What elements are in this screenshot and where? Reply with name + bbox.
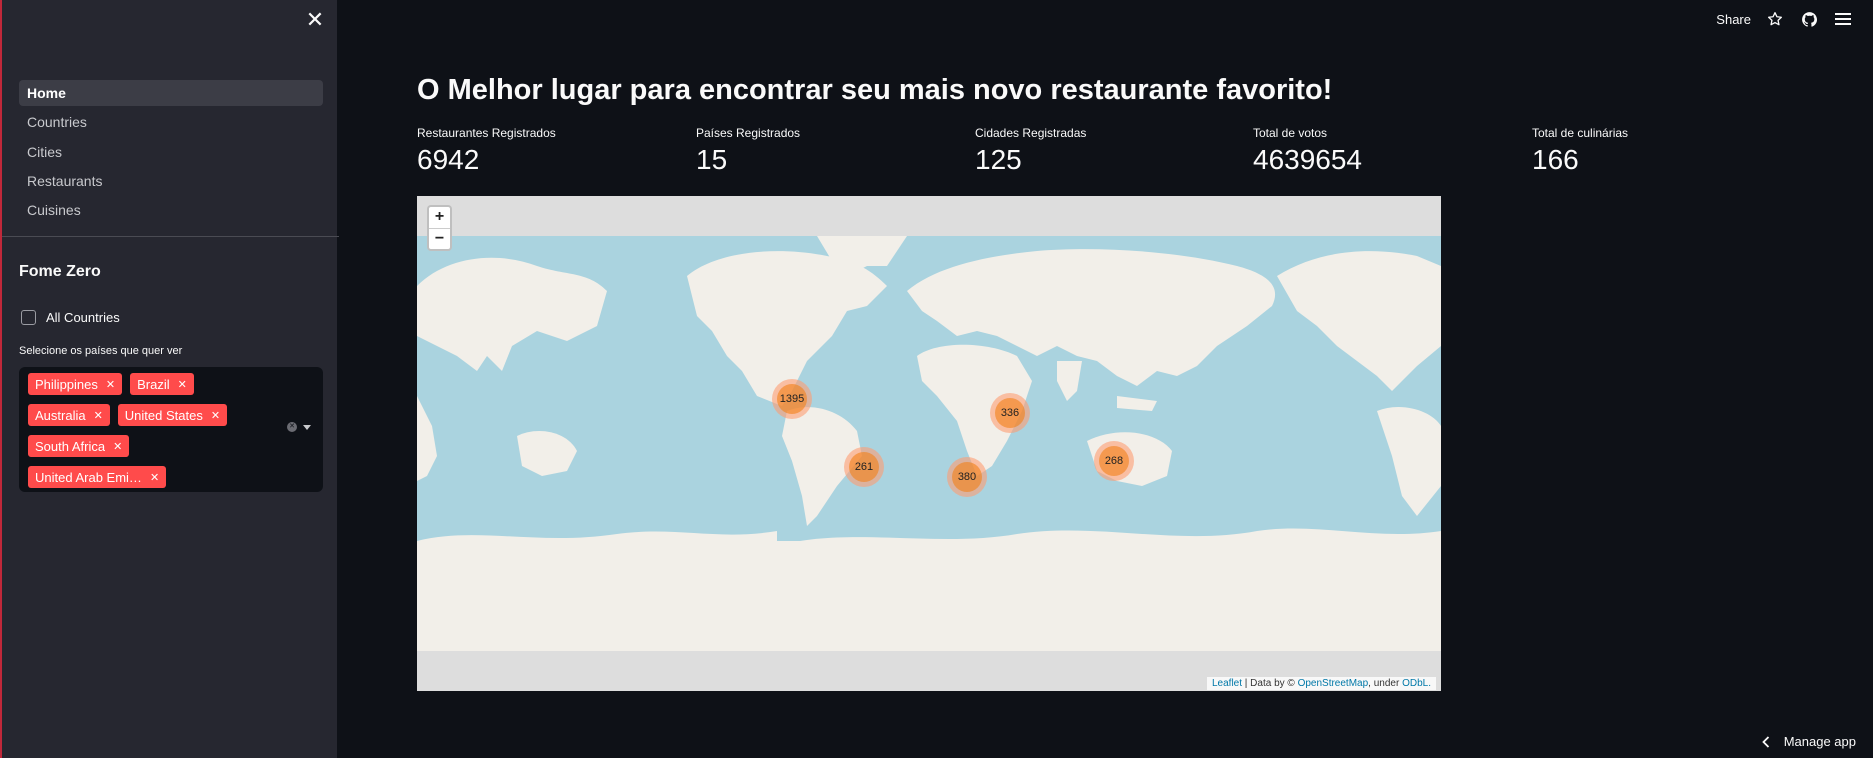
header-toolbar: Share bbox=[1716, 9, 1853, 29]
sidebar: ✕ Home Countries Cities Restaurants Cuis… bbox=[0, 0, 339, 758]
cluster-count: 336 bbox=[995, 398, 1025, 428]
tag-label: Philippines bbox=[35, 376, 98, 392]
remove-tag-icon[interactable]: ✕ bbox=[113, 440, 122, 453]
github-icon[interactable] bbox=[1799, 9, 1819, 29]
odbl-link[interactable]: ODbL. bbox=[1402, 678, 1431, 689]
cluster-count: 380 bbox=[952, 462, 982, 492]
chevron-left-icon bbox=[1761, 735, 1769, 748]
map-top-bg bbox=[417, 196, 1441, 236]
metric-label: Total de votos bbox=[1253, 126, 1328, 140]
world-map-tiles bbox=[417, 196, 1441, 691]
leaflet-link[interactable]: Leaflet bbox=[1212, 678, 1242, 689]
app-root: ✕ Home Countries Cities Restaurants Cuis… bbox=[0, 0, 1873, 758]
metric-value: 4639654 bbox=[1253, 144, 1363, 175]
page-title: O Melhor lugar para encontrar seu mais n… bbox=[417, 74, 1333, 106]
sidebar-nav: Home Countries Cities Restaurants Cuisin… bbox=[19, 80, 323, 226]
country-tag-australia: Australia ✕ bbox=[28, 404, 110, 426]
remove-tag-icon[interactable]: ✕ bbox=[211, 409, 220, 422]
metric-cuisines: Total de culinárias 166 bbox=[1532, 126, 1802, 176]
manage-app-button[interactable]: Manage app bbox=[1761, 734, 1856, 749]
nav-item-cities[interactable]: Cities bbox=[19, 139, 323, 165]
metric-label: Restaurantes Registrados bbox=[417, 126, 556, 140]
country-tag-south-africa: South Africa ✕ bbox=[28, 435, 130, 457]
sidebar-title: Fome Zero bbox=[19, 263, 101, 280]
clear-all-icon[interactable]: ✕ bbox=[287, 422, 297, 432]
antarctica-west bbox=[417, 531, 777, 606]
metric-value: 15 bbox=[696, 144, 728, 175]
metric-value: 125 bbox=[975, 144, 1022, 175]
osm-link[interactable]: OpenStreetMap bbox=[1298, 678, 1369, 689]
hamburger-menu-icon[interactable] bbox=[1833, 9, 1853, 29]
share-button[interactable]: Share bbox=[1716, 12, 1751, 27]
metric-cities: Cidades Registradas 125 bbox=[975, 126, 1245, 176]
tag-label: United Arab Emi… bbox=[35, 469, 142, 485]
metric-votes: Total de votos 4639654 bbox=[1253, 126, 1523, 176]
all-countries-checkbox[interactable] bbox=[21, 310, 36, 325]
cluster-count: 1395 bbox=[777, 384, 807, 414]
antarctica-east bbox=[777, 528, 1441, 606]
all-countries-label: All Countries bbox=[46, 310, 120, 325]
sidebar-divider bbox=[2, 236, 339, 237]
tag-label: South Africa bbox=[35, 438, 106, 454]
star-icon[interactable] bbox=[1765, 9, 1785, 29]
cluster-marker[interactable]: 336 bbox=[990, 393, 1030, 433]
all-countries-checkbox-row[interactable]: All Countries bbox=[21, 310, 120, 325]
remove-tag-icon[interactable]: ✕ bbox=[178, 378, 187, 391]
cluster-marker[interactable]: 268 bbox=[1094, 441, 1134, 481]
metric-value: 6942 bbox=[417, 144, 480, 175]
country-tag-philippines: Philippines ✕ bbox=[28, 373, 123, 395]
metric-countries: Países Registrados 15 bbox=[696, 126, 966, 176]
nav-item-restaurants[interactable]: Restaurants bbox=[19, 168, 323, 194]
cluster-marker[interactable]: 380 bbox=[947, 457, 987, 497]
metric-label: Cidades Registradas bbox=[975, 126, 1087, 140]
cluster-count: 261 bbox=[849, 452, 879, 482]
zoom-control: + − bbox=[427, 205, 452, 251]
country-tag-united-arab-emirates: United Arab Emi… ✕ bbox=[28, 466, 167, 488]
multiselect-controls: ✕ bbox=[287, 422, 311, 432]
cluster-count: 268 bbox=[1099, 446, 1129, 476]
zoom-out-button[interactable]: − bbox=[429, 228, 450, 249]
attribution-text: , under bbox=[1368, 678, 1403, 689]
zoom-in-button[interactable]: + bbox=[429, 207, 450, 228]
metric-label: Países Registrados bbox=[696, 126, 801, 140]
metric-restaurants: Restaurantes Registrados 6942 bbox=[417, 126, 687, 176]
country-multiselect[interactable]: Philippines ✕ Brazil ✕ Australia ✕ Unite… bbox=[19, 367, 323, 492]
cluster-marker[interactable]: 261 bbox=[844, 447, 884, 487]
close-sidebar-icon[interactable]: ✕ bbox=[304, 9, 326, 31]
map-attribution: Leaflet | Data by © OpenStreetMap, under… bbox=[1206, 677, 1436, 690]
nav-item-home[interactable]: Home bbox=[19, 80, 323, 106]
tag-label: United States bbox=[124, 407, 203, 423]
country-tag-brazil: Brazil ✕ bbox=[130, 373, 194, 395]
cluster-marker[interactable]: 1395 bbox=[772, 379, 812, 419]
manage-app-label: Manage app bbox=[1783, 734, 1856, 749]
metric-value: 166 bbox=[1532, 144, 1579, 175]
selected-country-tags: Philippines ✕ Brazil ✕ Australia ✕ Unite… bbox=[28, 373, 268, 488]
metric-label: Total de culinárias bbox=[1532, 126, 1629, 140]
attribution-text: | Data by © bbox=[1242, 678, 1298, 689]
metrics-row: Restaurantes Registrados 6942 Países Reg… bbox=[417, 126, 1817, 182]
country-tag-united-states: United States ✕ bbox=[117, 404, 228, 426]
remove-tag-icon[interactable]: ✕ bbox=[150, 471, 159, 484]
nav-item-countries[interactable]: Countries bbox=[19, 109, 323, 135]
country-select-label: Selecione os países que quer ver bbox=[19, 345, 183, 357]
chevron-down-icon[interactable] bbox=[303, 424, 311, 430]
remove-tag-icon[interactable]: ✕ bbox=[94, 409, 103, 422]
tag-label: Brazil bbox=[137, 376, 170, 392]
restaurant-map[interactable]: + − 1395 261 380 336 268 Leaflet | Data … bbox=[417, 196, 1441, 691]
nav-item-cuisines[interactable]: Cuisines bbox=[19, 197, 323, 223]
remove-tag-icon[interactable]: ✕ bbox=[106, 378, 115, 391]
tag-label: Australia bbox=[35, 407, 86, 423]
